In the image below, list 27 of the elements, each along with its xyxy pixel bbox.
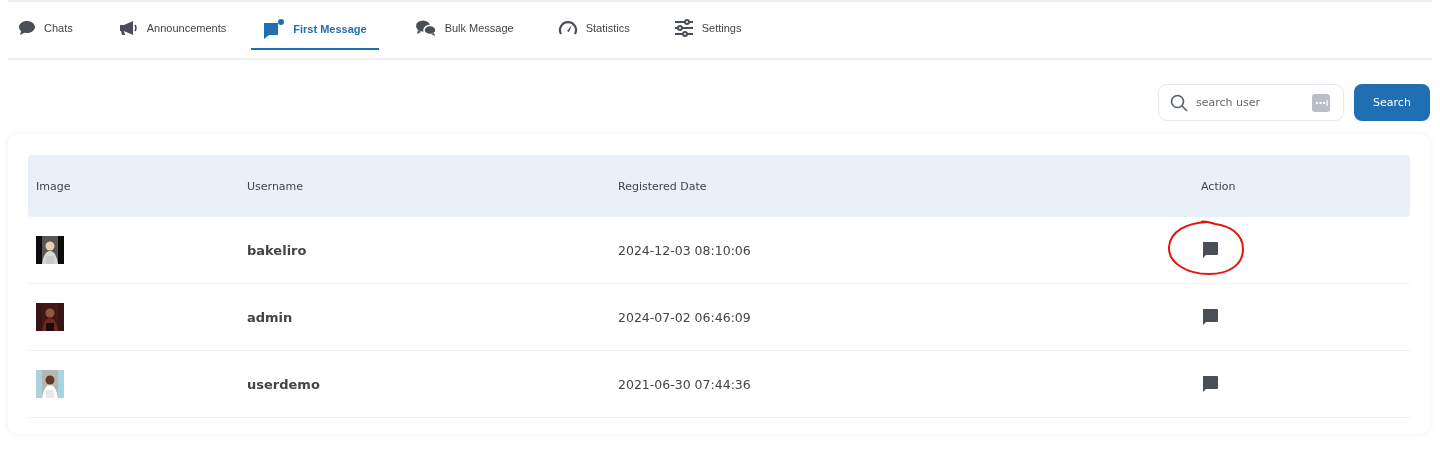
column-header: Registered Date: [618, 179, 708, 193]
message-icon[interactable]: [1201, 375, 1219, 393]
column-header: Image: [36, 179, 72, 193]
username-cell: admin: [247, 309, 293, 325]
date-cell: 2021-06-30 07:44:36: [618, 376, 751, 392]
column-header: Action: [1201, 179, 1237, 193]
tab[interactable]: Settings: [673, 2, 742, 50]
tab[interactable]: Chats: [18, 2, 73, 50]
username-cell: bakeliro: [247, 242, 307, 258]
tab[interactable]: Announcements: [118, 2, 227, 50]
chat-bubbles-icon: [414, 19, 437, 37]
search-button[interactable]: Search: [1354, 84, 1430, 121]
megaphone-icon: [118, 20, 139, 36]
date-cell: 2024-07-02 06:46:09: [618, 309, 751, 325]
message-icon[interactable]: [1201, 308, 1219, 326]
tab[interactable]: Statistics: [557, 2, 630, 50]
message-icon: [263, 19, 286, 39]
chat-icon: [18, 20, 36, 36]
date-cell: 2024-12-03 08:10:06: [618, 242, 751, 258]
message-icon[interactable]: [1201, 241, 1219, 259]
tab[interactable]: First Message: [251, 2, 379, 50]
gauge-icon: [557, 19, 578, 37]
search-field[interactable]: search user: [1158, 84, 1344, 121]
tab[interactable]: Bulk Message: [414, 2, 514, 50]
username-cell: userdemo: [247, 376, 320, 392]
sliders-icon: [673, 19, 694, 37]
column-header: Username: [247, 179, 305, 193]
